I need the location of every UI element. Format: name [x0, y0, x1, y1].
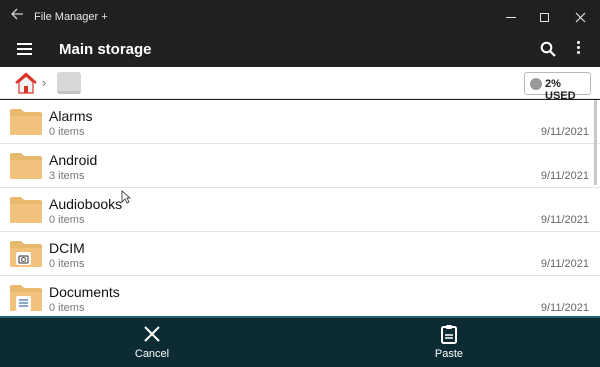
maximize-button[interactable] [529, 6, 559, 28]
list-item[interactable]: Android 3 items 9/11/2021 [0, 144, 600, 188]
list-scrollbar[interactable] [594, 100, 597, 185]
window-title: File Manager + [34, 11, 108, 23]
list-item[interactable]: DCIM 0 items 9/11/2021 [0, 232, 600, 276]
usage-label: 2% USED [545, 78, 576, 102]
file-name: DCIM [49, 240, 85, 256]
file-name: Audiobooks [49, 196, 123, 212]
storage-drive-icon[interactable] [57, 72, 81, 94]
action-bar: Cancel Paste [0, 316, 600, 367]
minimize-button[interactable] [496, 6, 526, 28]
close-button[interactable] [565, 6, 595, 28]
more-options-icon[interactable] [574, 41, 582, 57]
page-title: Main storage [59, 41, 152, 58]
search-icon[interactable] [540, 41, 556, 57]
document-folder-icon [10, 285, 42, 311]
file-item-count: 0 items [49, 258, 85, 270]
file-date: 9/11/2021 [540, 214, 589, 226]
file-name: Alarms [49, 108, 93, 124]
file-date: 9/11/2021 [540, 170, 589, 182]
file-date: 9/11/2021 [540, 126, 589, 138]
list-item[interactable]: Documents 0 items 9/11/2021 [0, 276, 600, 316]
app-window: File Manager + Main storage › 2% USED Al… [0, 0, 600, 367]
cancel-label: Cancel [134, 348, 170, 360]
folder-icon [10, 197, 42, 223]
app-bar: Main storage [0, 34, 600, 67]
clipboard-icon [441, 325, 457, 344]
home-icon[interactable] [14, 71, 38, 95]
file-item-count: 0 items [49, 302, 85, 314]
file-item-count: 3 items [49, 170, 85, 182]
file-date: 9/11/2021 [540, 258, 589, 270]
mouse-cursor-icon [121, 190, 131, 204]
close-icon [144, 326, 160, 342]
hamburger-menu-icon[interactable] [17, 43, 32, 56]
breadcrumb: › 2% USED [0, 67, 600, 102]
file-item-count: 0 items [49, 214, 85, 226]
file-name: Android [49, 152, 98, 168]
maximize-icon [539, 12, 549, 22]
file-date: 9/11/2021 [540, 302, 589, 314]
file-item-count: 0 items [49, 126, 85, 138]
list-item[interactable]: Alarms 0 items 9/11/2021 [0, 100, 600, 144]
title-bar: File Manager + [0, 0, 600, 34]
close-icon [575, 12, 585, 22]
folder-icon [10, 109, 42, 135]
list-item[interactable]: Audiobooks 0 items 9/11/2021 [0, 188, 600, 232]
breadcrumb-chevron-icon: › [42, 75, 47, 90]
usage-pie-icon [530, 78, 542, 90]
paste-button[interactable]: Paste [409, 322, 489, 366]
cancel-button[interactable]: Cancel [112, 322, 192, 366]
file-name: Documents [49, 284, 120, 300]
camera-folder-icon [10, 241, 42, 267]
file-list: Alarms 0 items 9/11/2021 Android 3 items… [0, 100, 600, 316]
back-arrow-icon[interactable] [8, 7, 26, 25]
folder-icon [10, 153, 42, 179]
minimize-icon [506, 16, 516, 18]
paste-label: Paste [434, 348, 464, 360]
storage-usage-badge[interactable]: 2% USED [524, 72, 591, 102]
